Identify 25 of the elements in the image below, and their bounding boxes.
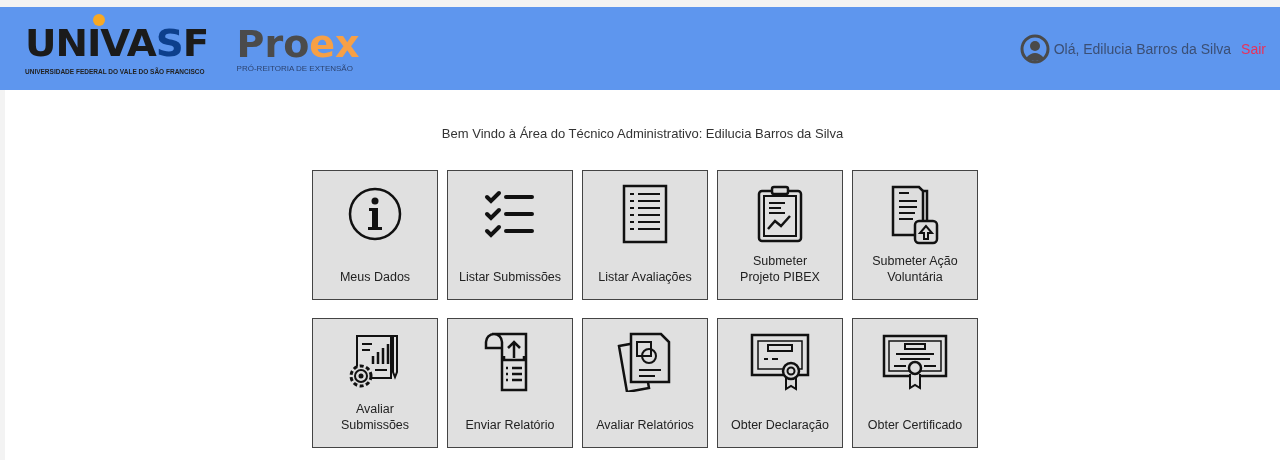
menu-tile[interactable]: Enviar Relatório [447,318,573,448]
logo-wordmark: Proex [236,24,360,64]
greeting-text: Olá, Edilucia Barros da Silva [1053,40,1232,57]
document-upload-icon [889,183,941,245]
menu-tile[interactable]: Obter Certificado [852,318,978,448]
certificate-icon [882,334,948,390]
certificate-ribbon-icon [750,333,810,391]
logo-wordmark: UNIVASF [25,22,210,66]
menu-tile[interactable]: Meus Dados [312,170,438,300]
user-avatar-icon [1019,33,1050,64]
clipboard-chart-icon [757,185,803,243]
welcome-text: Bem Vindo à Área do Técnico Administrativo: Edilucia Barros da Silva [440,126,845,141]
menu-tile[interactable]: Listar Submissões [447,170,573,300]
menu-tile[interactable]: Submeter Projeto PIBEX [717,170,843,300]
menu-tile[interactable]: Avaliar Submissões [312,318,438,448]
documents-icon [617,332,673,392]
logo-tagline: PRÓ-REITORIA DE EXTENSÃO [236,64,354,73]
menu-tile[interactable]: Listar Avaliações [582,170,708,300]
menu-tile[interactable]: Submeter Ação Voluntária [852,170,978,300]
menu-tile[interactable]: Avaliar Relatórios [582,318,708,448]
document-list-icon [622,184,668,244]
checklist-icon [484,190,536,238]
dot-icon [93,14,105,26]
menu-tile[interactable]: Obter Declaração [717,318,843,448]
info-icon [347,186,403,242]
